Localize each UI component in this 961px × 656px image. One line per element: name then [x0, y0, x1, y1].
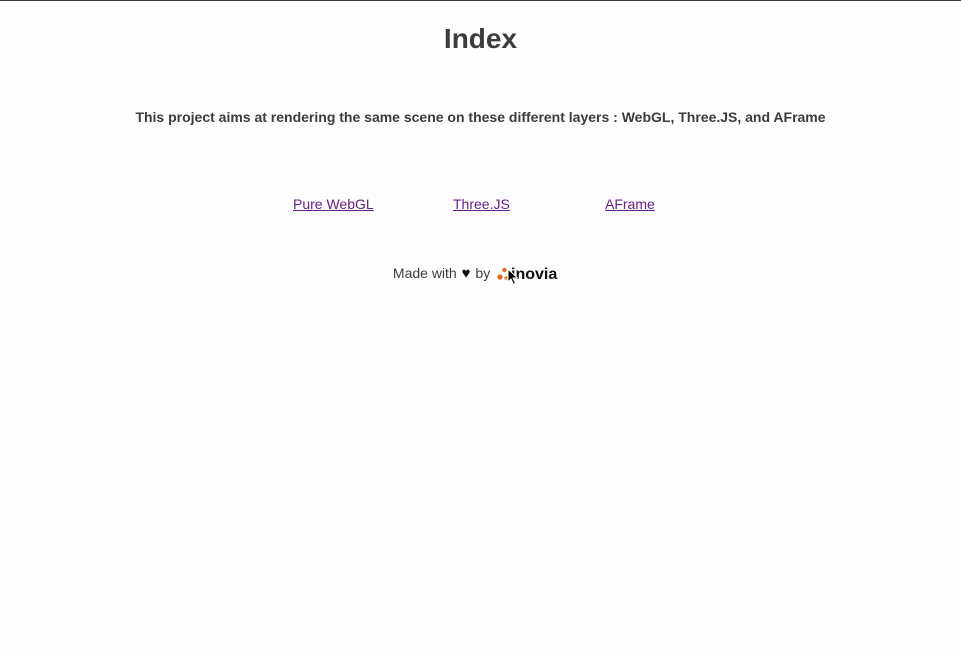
page-description: This project aims at rendering the same …	[135, 109, 826, 125]
pure-webgl-link[interactable]: Pure WebGL	[293, 196, 374, 212]
footer: Made with ♥ by inovia	[0, 264, 961, 285]
page: Index This project aims at rendering the…	[0, 0, 961, 656]
aframe-link[interactable]: AFrame	[605, 196, 655, 212]
page-title: Index	[443, 23, 518, 54]
by-label: by	[475, 265, 491, 281]
top-divider	[0, 0, 961, 1]
demo-links: Pure WebGL Three.JS AFrame	[0, 196, 961, 216]
made-with-label: Made with	[392, 265, 457, 281]
heart-icon: ♥	[461, 265, 471, 282]
threejs-link[interactable]: Three.JS	[453, 196, 510, 212]
mouse-pointer-icon	[507, 268, 519, 286]
